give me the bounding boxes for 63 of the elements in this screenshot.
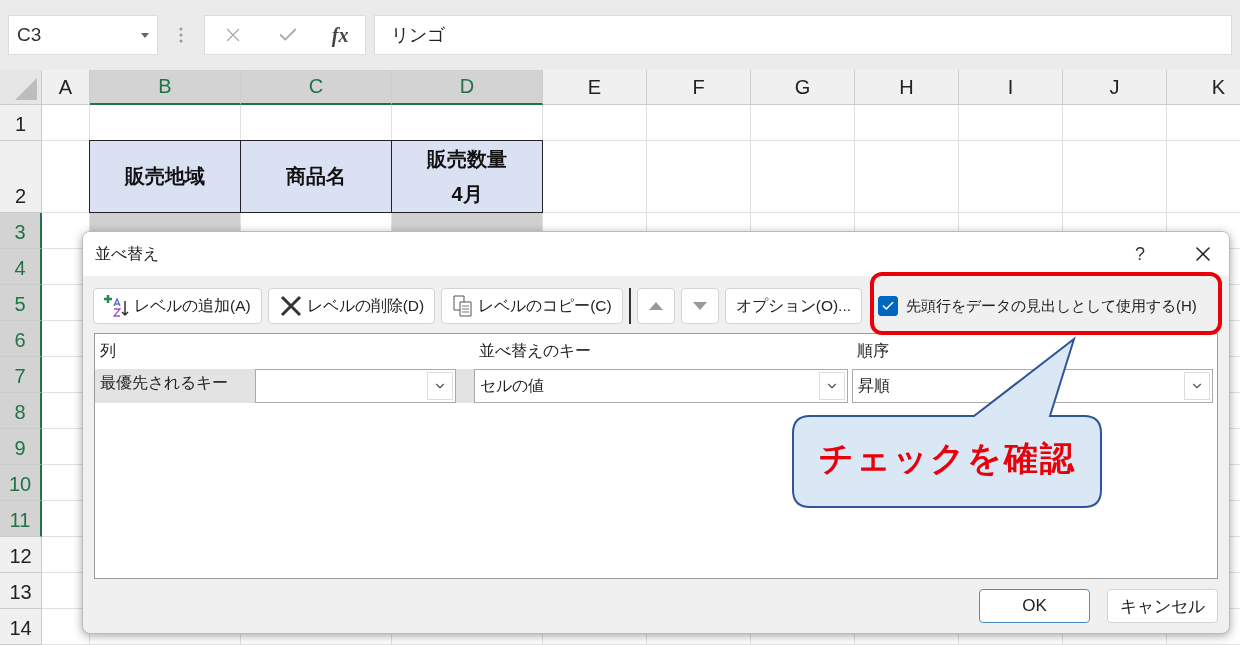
dropdown-button[interactable] [819, 372, 845, 400]
column-header[interactable]: I [959, 70, 1063, 105]
row-header[interactable]: 6 [0, 321, 42, 357]
dialog-title: 並べ替え [95, 243, 160, 264]
row-header[interactable]: 12 [0, 537, 42, 573]
column-header[interactable]: D [392, 70, 543, 105]
row-header[interactable]: 5 [0, 285, 42, 321]
column-header[interactable]: E [543, 70, 647, 105]
move-down-icon [691, 301, 708, 311]
list-column-header: 列 [99, 341, 117, 361]
select-all-button[interactable] [0, 70, 42, 105]
row-header[interactable]: 10 [0, 465, 42, 501]
column-header[interactable]: G [751, 70, 855, 105]
list-column-header: 順序 [856, 341, 890, 361]
caret-icon [141, 32, 149, 38]
row-header[interactable]: 3 [0, 213, 42, 249]
copy-icon [452, 294, 475, 318]
row-header[interactable]: 1 [0, 105, 42, 141]
move-down-button[interactable] [680, 288, 719, 324]
dropdown-button[interactable] [1184, 372, 1210, 400]
delete-icon [278, 294, 303, 318]
cancel-button[interactable]: キャンセル [1107, 589, 1218, 623]
help-button[interactable]: ? [1135, 243, 1145, 265]
add-level-button[interactable]: レベルの追加(A) [93, 288, 262, 324]
row-header[interactable]: 13 [0, 573, 42, 609]
column-dropdown[interactable] [255, 369, 456, 403]
row-header[interactable]: 8 [0, 393, 42, 429]
sort-key-dropdown[interactable]: セルの値 [474, 369, 848, 403]
column-header[interactable]: J [1063, 70, 1167, 105]
vertical-dots-icon [178, 26, 184, 44]
column-header[interactable]: H [855, 70, 959, 105]
insert-function-button[interactable]: fx [331, 23, 349, 47]
header-cell: 販売地域 [89, 140, 241, 213]
formula-field[interactable]: リンゴ [374, 15, 1232, 55]
row-header[interactable]: 9 [0, 429, 42, 465]
corner-triangle-icon [15, 78, 37, 100]
header-cell: 販売数量 4月 [391, 140, 543, 213]
list-column-header: 並べ替えのキー [478, 341, 592, 361]
column-header[interactable]: A [42, 70, 90, 105]
delete-level-button[interactable]: レベルの削除(D) [267, 288, 436, 324]
ok-button[interactable]: OK [979, 589, 1090, 623]
column-header[interactable]: F [647, 70, 751, 105]
row-header[interactable]: 2 [0, 141, 42, 213]
sort-add-icon [104, 293, 130, 319]
checkbox[interactable] [878, 296, 899, 316]
callout-text: チェックを確認 [817, 438, 1077, 479]
column-header[interactable]: C [241, 70, 392, 105]
copy-level-button[interactable]: レベルのコピー(C) [441, 288, 623, 324]
dropdown-button[interactable] [427, 372, 453, 400]
column-header[interactable]: B [90, 70, 241, 105]
row-header[interactable]: 14 [0, 609, 42, 645]
spreadsheet-cell [42, 105, 90, 141]
check-icon [881, 299, 896, 313]
move-up-button[interactable] [636, 288, 675, 324]
column-header[interactable]: K [1167, 70, 1240, 105]
row-header[interactable]: 4 [0, 249, 42, 285]
row-header[interactable]: 11 [0, 501, 42, 537]
options-button[interactable]: オプション(O)... [724, 288, 863, 324]
level-label: 最優先されるキー [99, 373, 229, 393]
name-box[interactable]: C3 [8, 15, 158, 55]
row-header[interactable]: 7 [0, 357, 42, 393]
move-up-icon [647, 301, 664, 311]
header-cell: 商品名 [240, 140, 392, 213]
